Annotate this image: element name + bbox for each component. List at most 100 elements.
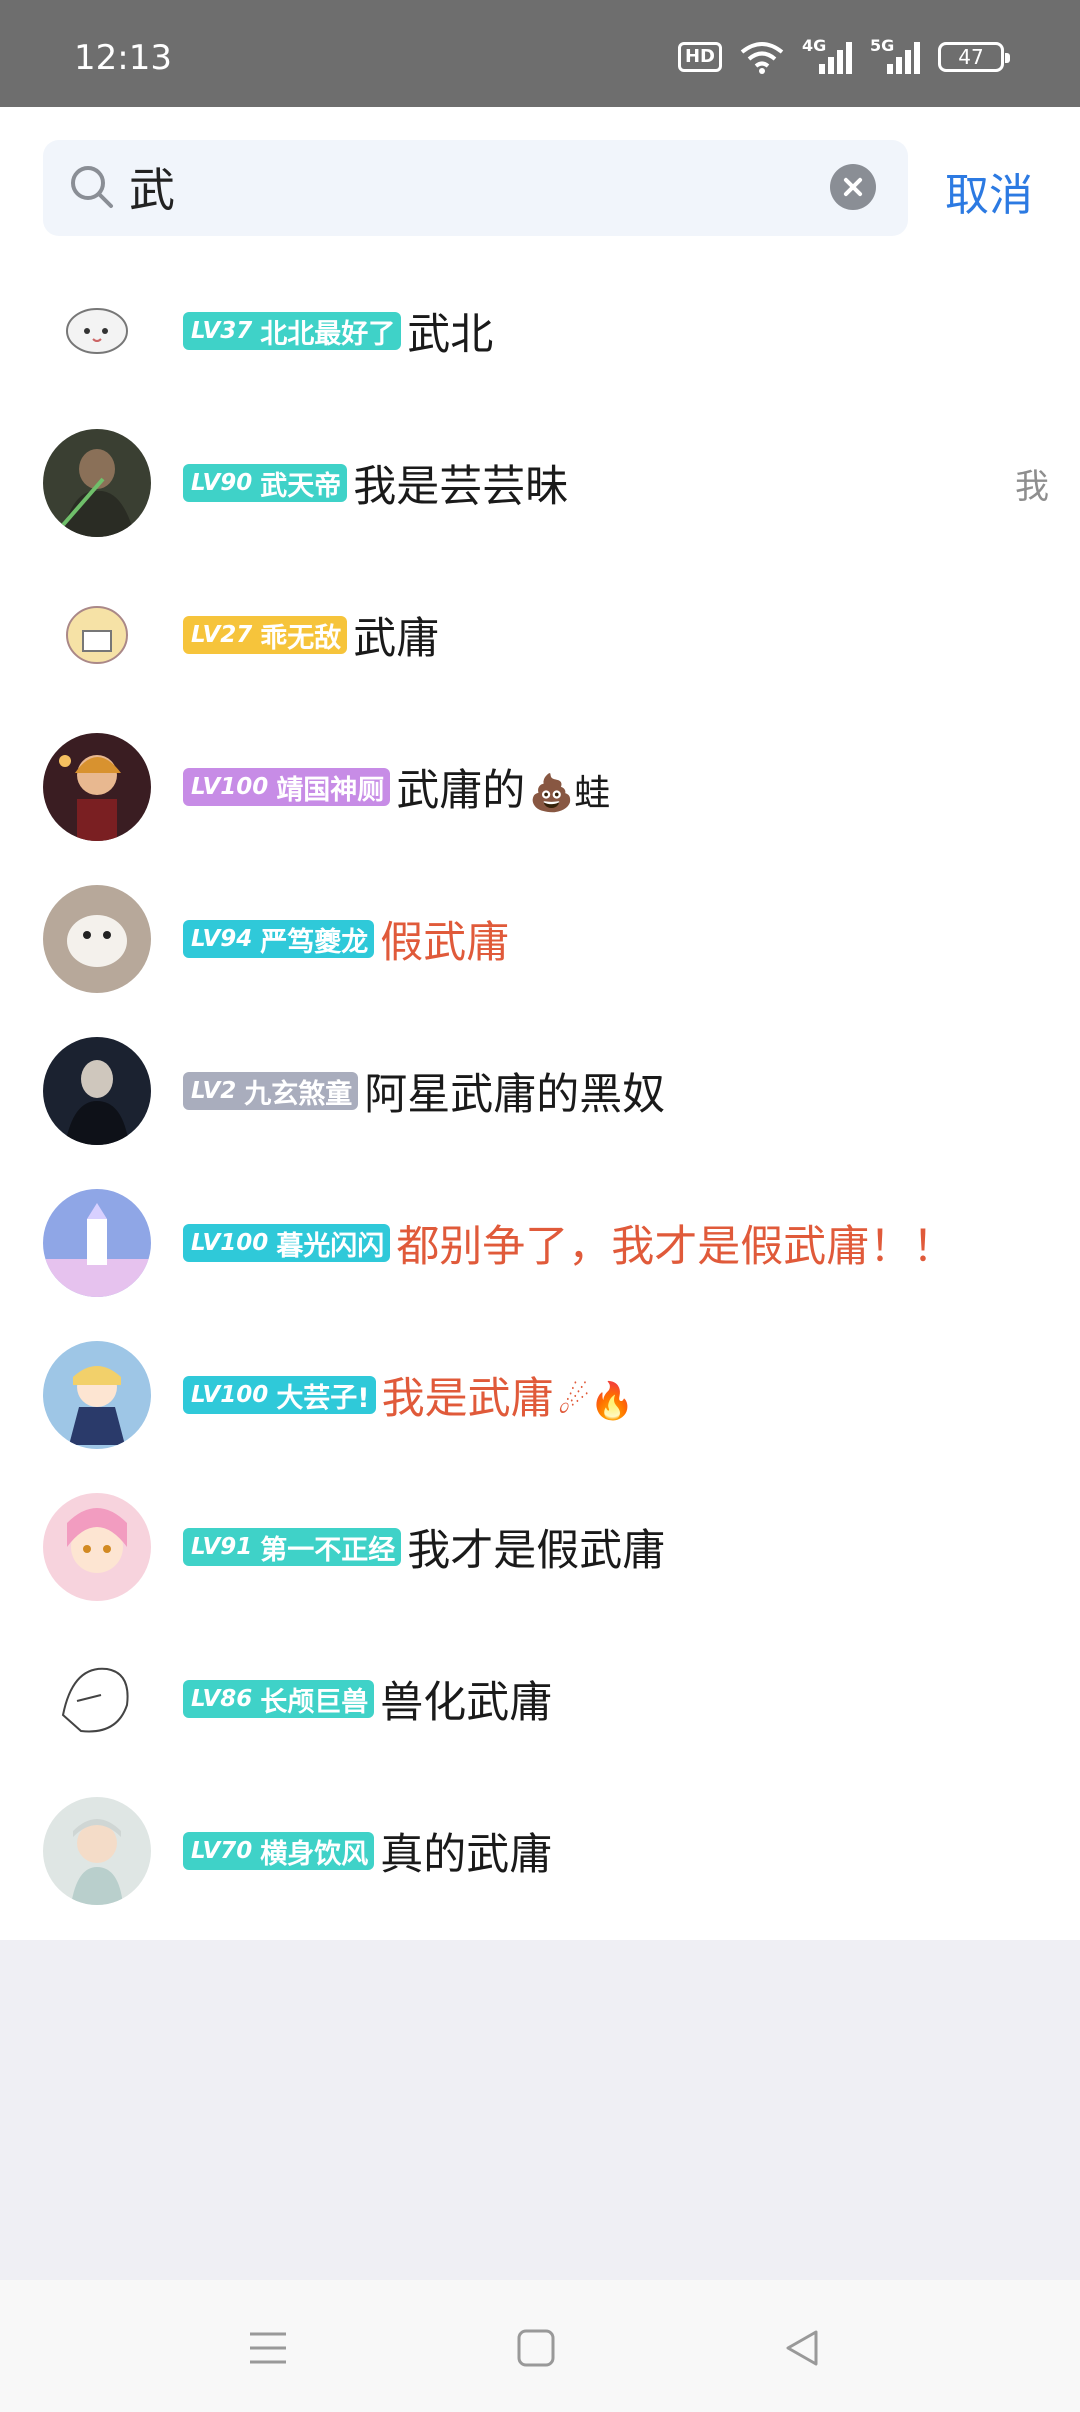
level-label: LV27 <box>191 622 253 648</box>
result-row[interactable]: LV100 暮光闪闪 都别争了，我才是假武庸！！ <box>0 1167 1080 1319</box>
level-badge: LV94 严笃夔龙 <box>183 920 375 958</box>
level-badge: LV91 第一不正经 <box>183 1528 402 1566</box>
member-name-text: 我是武庸 <box>381 1374 554 1424</box>
member-name: 武北 <box>407 300 493 362</box>
member-name: 我是武庸 ☄🔥 <box>382 1364 635 1426</box>
result-row[interactable]: LV27 乖无敌 武庸 <box>0 559 1080 711</box>
me-tag: 我 <box>1015 466 1049 507</box>
avatar[interactable] <box>43 581 151 689</box>
result-row[interactable]: LV94 严笃夔龙 假武庸 <box>0 863 1080 1015</box>
member-name-text: 我是芸芸昧 <box>353 462 569 512</box>
navigation-bar <box>0 2280 1080 2412</box>
result-row[interactable]: LV91 第一不正经 我才是假武庸 <box>0 1471 1080 1623</box>
result-row[interactable]: LV70 横身饮风 真的武庸 <box>0 1775 1080 1927</box>
member-name: 武庸的 💩蛙 <box>396 756 610 818</box>
cancel-button[interactable]: 取消 <box>945 159 1033 223</box>
avatar[interactable] <box>43 1493 151 1601</box>
result-row[interactable]: LV100 靖国神厕 武庸的 💩蛙 <box>0 711 1080 863</box>
member-name: 兽化武庸 <box>380 1668 552 1730</box>
badge-title: 武天帝 <box>260 470 342 502</box>
result-info: LV70 横身饮风 真的武庸 <box>183 1820 552 1882</box>
level-label: LV2 <box>191 1078 237 1104</box>
name-emoji: ☄🔥 <box>557 1381 635 1422</box>
result-info: LV100 靖国神厕 武庸的 💩蛙 <box>183 756 610 818</box>
avatar[interactable] <box>43 277 151 385</box>
avatar[interactable] <box>43 1037 151 1145</box>
member-name: 真的武庸 <box>380 1820 552 1882</box>
result-info: LV90 武天帝 我是芸芸昧 <box>183 452 568 514</box>
level-badge: LV86 长颅巨兽 <box>183 1680 375 1718</box>
badge-title: 严笃夔龙 <box>260 926 369 958</box>
level-label: LV100 <box>191 1382 269 1408</box>
badge-title: 暮光闪闪 <box>276 1230 385 1262</box>
avatar[interactable] <box>43 429 151 537</box>
result-info: LV100 大芸子! 我是武庸 ☄🔥 <box>183 1364 635 1426</box>
result-row[interactable]: LV86 长颅巨兽 兽化武庸 <box>0 1623 1080 1775</box>
level-badge: LV27 乖无敌 <box>183 616 348 654</box>
member-name-text: 假武庸 <box>380 918 510 968</box>
member-name: 武庸 <box>353 604 439 666</box>
level-badge: LV37 北北最好了 <box>183 312 402 350</box>
level-badge: LV100 靖国神厕 <box>183 768 391 806</box>
battery-level: 47 <box>958 45 984 69</box>
result-row[interactable]: LV100 大芸子! 我是武庸 ☄🔥 <box>0 1319 1080 1471</box>
back-nav-icon[interactable] <box>780 2326 824 2370</box>
member-name-text: 阿星武庸的黑奴 <box>364 1070 666 1120</box>
result-row[interactable]: LV90 武天帝 我是芸芸昧 我 <box>0 407 1080 559</box>
avatar[interactable] <box>43 1189 151 1297</box>
member-name-text: 兽化武庸 <box>380 1678 553 1728</box>
member-name: 都别争了，我才是假武庸！！ <box>396 1212 955 1274</box>
level-badge: LV100 大芸子! <box>183 1376 376 1414</box>
member-name-text: 武北 <box>407 310 494 360</box>
level-badge: LV2 九玄煞童 <box>183 1072 359 1110</box>
result-info: LV94 严笃夔龙 假武庸 <box>183 908 509 970</box>
result-row[interactable]: LV2 九玄煞童 阿星武庸的黑奴 <box>0 1015 1080 1167</box>
result-row[interactable]: LV37 北北最好了 武北 <box>0 255 1080 407</box>
battery-icon: 47 <box>938 42 1010 72</box>
member-name: 我是芸芸昧 <box>353 452 568 514</box>
avatar[interactable] <box>43 885 151 993</box>
results-list: LV37 北北最好了 武北 LV90 武天帝 我是芸芸昧 我 LV27 乖无敌 武庸 LV100 靖国… <box>0 255 1080 1940</box>
signal-5g-icon: 5G <box>870 36 920 74</box>
level-label: LV100 <box>191 1230 269 1256</box>
member-name: 我才是假武庸 <box>407 1516 665 1578</box>
badge-title: 长颅巨兽 <box>260 1686 369 1718</box>
member-name-text: 都别争了，我才是假武庸！！ <box>396 1222 956 1272</box>
result-info: LV86 长颅巨兽 兽化武庸 <box>183 1668 552 1730</box>
member-name-text: 我才是假武庸 <box>407 1526 666 1576</box>
avatar[interactable] <box>43 1645 151 1753</box>
result-info: LV27 乖无敌 武庸 <box>183 604 439 666</box>
search-input[interactable] <box>129 154 779 220</box>
hd-voice-icon: HD <box>677 42 722 72</box>
member-name-text: 真的武庸 <box>380 1830 553 1880</box>
badge-title: 第一不正经 <box>260 1534 396 1566</box>
level-label: LV90 <box>191 470 253 496</box>
menu-nav-icon[interactable] <box>246 2326 290 2370</box>
avatar[interactable] <box>43 1341 151 1449</box>
avatar[interactable] <box>43 1797 151 1905</box>
level-label: LV86 <box>191 1686 253 1712</box>
wifi-icon <box>740 42 784 74</box>
badge-title: 横身饮风 <box>260 1838 369 1870</box>
home-nav-icon[interactable] <box>514 2326 558 2370</box>
avatar[interactable] <box>43 733 151 841</box>
member-name: 阿星武庸的黑奴 <box>364 1060 665 1122</box>
search-icon <box>71 166 113 208</box>
clear-icon[interactable] <box>830 164 876 210</box>
status-time: 12:13 <box>74 38 172 78</box>
badge-title: 靖国神厕 <box>276 774 385 806</box>
search-box[interactable] <box>43 140 908 236</box>
badge-title: 乖无敌 <box>260 622 342 654</box>
result-info: LV100 暮光闪闪 都别争了，我才是假武庸！！ <box>183 1212 955 1274</box>
status-icons: HD 4G 5G 47 <box>677 36 1010 74</box>
level-badge: LV70 横身饮风 <box>183 1832 375 1870</box>
signal-4g-icon: 4G <box>802 36 852 74</box>
level-label: LV100 <box>191 774 269 800</box>
level-label: LV94 <box>191 926 253 952</box>
status-bar: 12:13 HD 4G 5G 47 <box>0 0 1080 107</box>
member-name: 假武庸 <box>380 908 509 970</box>
badge-title: 大芸子! <box>276 1382 370 1414</box>
badge-title: 九玄煞童 <box>244 1078 353 1110</box>
badge-title: 北北最好了 <box>260 318 396 350</box>
level-label: LV91 <box>191 1534 253 1560</box>
